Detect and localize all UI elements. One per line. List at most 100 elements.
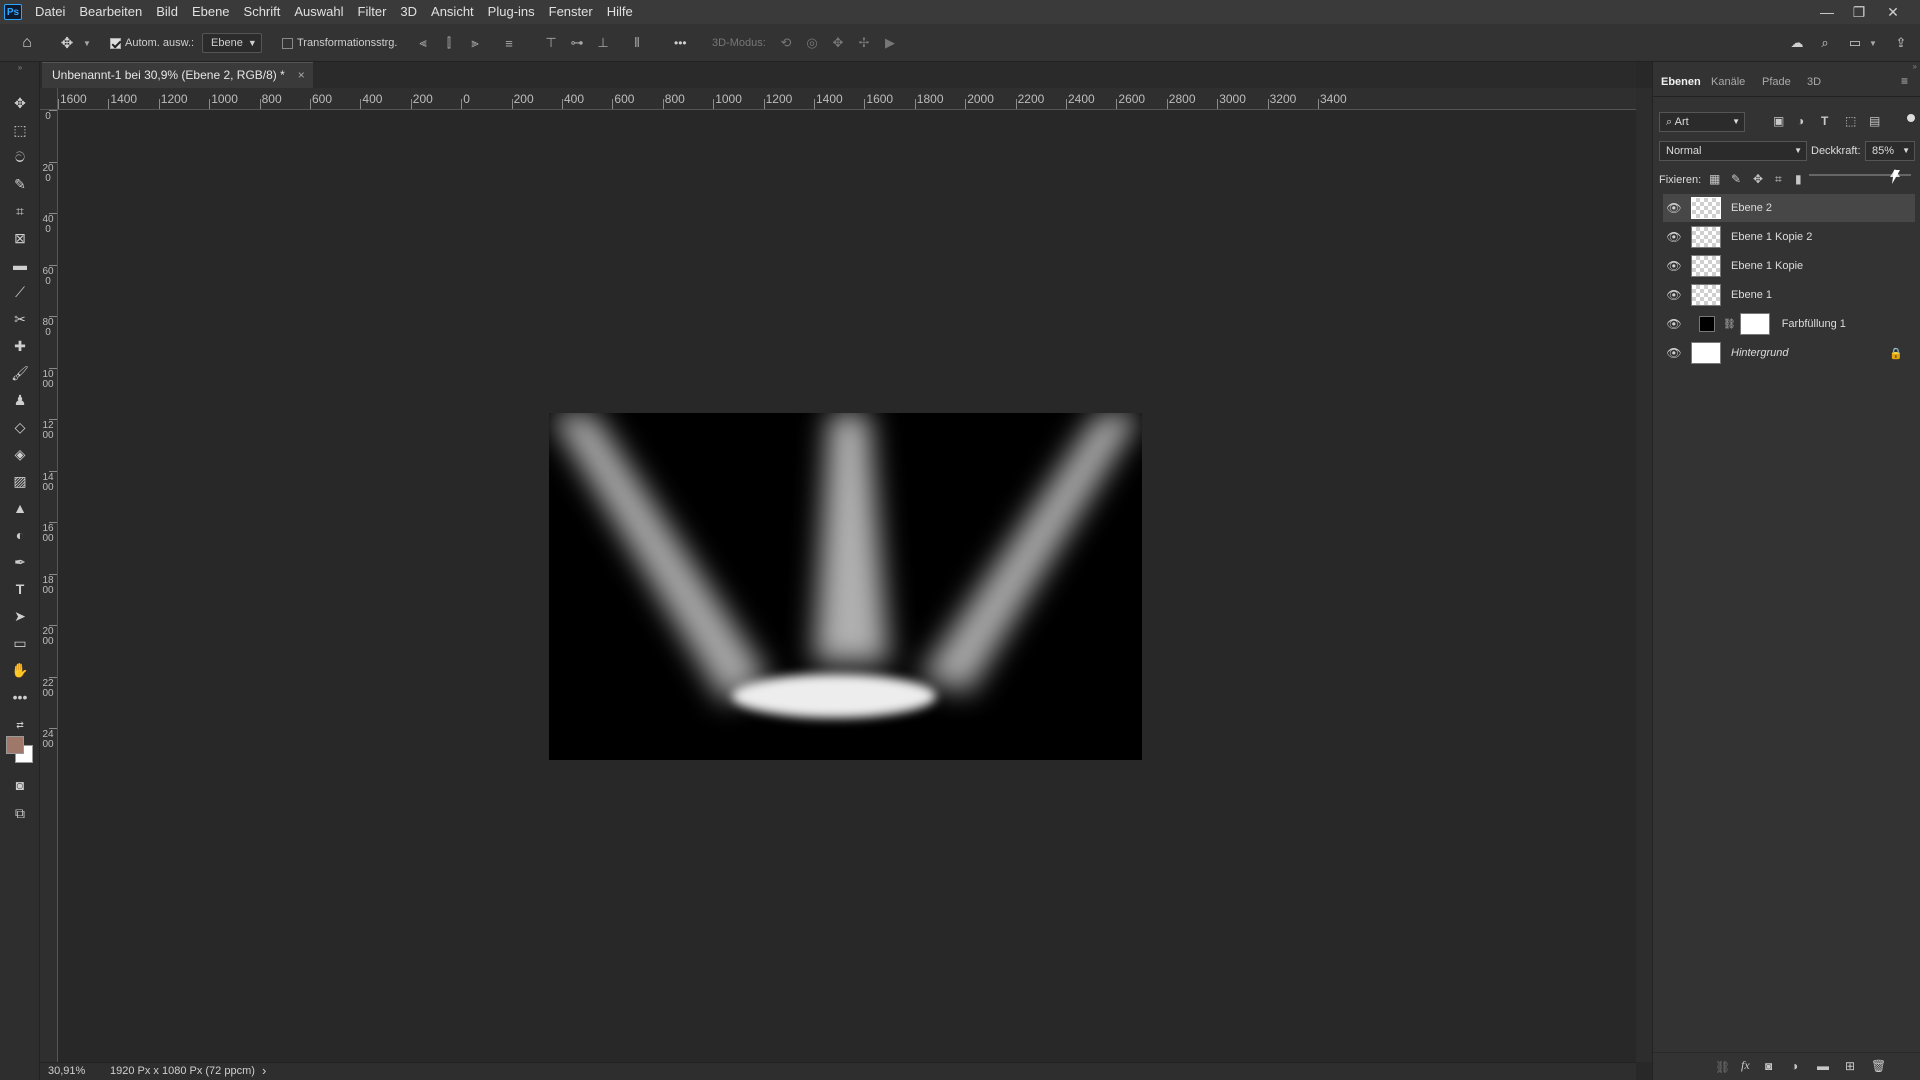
align-top-icon[interactable]: ⊤ (542, 34, 560, 52)
workspace-icon[interactable]: ▭ (1846, 34, 1864, 52)
tab-ebenen[interactable]: Ebenen (1661, 76, 1701, 88)
collapse-icon[interactable]: » (8, 62, 32, 72)
menu-filter[interactable]: Filter (351, 0, 394, 24)
opacity-slider-popup[interactable] (1803, 166, 1917, 184)
marquee-tool-icon[interactable]: ⬚ (8, 119, 32, 141)
canvas-scrollbar[interactable] (1636, 88, 1652, 1062)
dodge-tool-icon[interactable]: ◐ (8, 524, 32, 546)
lasso-tool-icon[interactable]: ට (8, 146, 32, 168)
auto-select-target-dropdown[interactable]: Ebene ▼ (202, 33, 262, 53)
panel-collapse-icon[interactable]: » (1653, 62, 1920, 72)
menu-hilfe[interactable]: Hilfe (600, 0, 640, 24)
path-select-tool-icon[interactable]: ➤ (8, 605, 32, 627)
layer-filter-dropdown[interactable]: ⌕ Art ▼ (1659, 112, 1745, 132)
lock-position-icon[interactable]: ✥ (1753, 172, 1763, 186)
brush-tool-icon[interactable]: 🖌 (8, 362, 32, 384)
visibility-eye-icon[interactable]: 👁 (1663, 317, 1685, 331)
menu-plugins[interactable]: Plug-ins (481, 0, 542, 24)
add-mask-icon[interactable]: ◙ (1765, 1059, 1772, 1073)
layer-row-ebene-2[interactable]: 👁 Ebene 2 (1663, 194, 1915, 222)
filter-toggle-icon[interactable] (1907, 114, 1915, 122)
lock-pixels-icon[interactable]: ✎ (1731, 172, 1741, 186)
filter-pixel-icon[interactable]: ▣ (1773, 114, 1784, 128)
home-icon[interactable]: ⌂ (18, 34, 36, 52)
visibility-eye-icon[interactable]: 👁 (1663, 259, 1685, 273)
blend-mode-dropdown[interactable]: Normal ▼ (1659, 141, 1807, 161)
opacity-input[interactable]: 85% ▼ (1865, 141, 1915, 161)
healing-brush-icon[interactable]: ✚ (8, 335, 32, 357)
filter-adjustment-icon[interactable]: ◑ (1797, 114, 1804, 128)
vertical-ruler[interactable]: 0 200 400 600 800 1000 1200 1400 1600 1800 2000 220… (40, 110, 58, 1062)
more-options-button[interactable]: ••• (674, 33, 687, 53)
camera-3d-icon[interactable]: ▶ (881, 34, 899, 52)
paint-bucket-icon[interactable]: ◈ (8, 443, 32, 465)
align-bottom-icon[interactable]: ⊥ (594, 34, 612, 52)
link-layers-icon[interactable]: ⛓ (1715, 1060, 1730, 1074)
layer-name[interactable]: Ebene 1 Kopie 2 (1731, 231, 1812, 243)
new-layer-icon[interactable]: ⊞ (1845, 1059, 1855, 1073)
tab-kanaele[interactable]: Kanäle (1711, 76, 1745, 88)
visibility-eye-icon[interactable]: 👁 (1663, 346, 1685, 360)
align-center-h-icon[interactable]: ⫿ (440, 34, 458, 52)
orbit-3d-icon[interactable]: ⟲ (777, 34, 795, 52)
chevron-down-icon[interactable]: ▼ (82, 34, 92, 52)
align-right-icon[interactable]: ⫸ (466, 34, 484, 52)
menu-3d[interactable]: 3D (393, 0, 424, 24)
menu-ansicht[interactable]: Ansicht (424, 0, 481, 24)
swap-colors-icon[interactable]: ⇄ (8, 714, 32, 736)
eyedropper-tool-icon[interactable]: ⟋ (8, 281, 32, 303)
visibility-eye-icon[interactable]: 👁 (1663, 201, 1685, 215)
layer-row-ebene-1-kopie-2[interactable]: 👁 Ebene 1 Kopie 2 (1663, 223, 1915, 251)
layer-name[interactable]: Hintergrund (1731, 347, 1788, 359)
fill-color-thumbnail[interactable] (1699, 316, 1715, 332)
horizontal-ruler[interactable]: 1600 1400 1200 1000 800 600 400 200 0 200 400 600 80… (58, 88, 1636, 110)
frame-tool-icon[interactable]: ⊠ (8, 227, 32, 249)
filter-smartobject-icon[interactable]: ▤ (1869, 114, 1880, 128)
status-menu-arrow-icon[interactable]: › (262, 1063, 266, 1078)
document-tab[interactable]: Unbenannt-1 bei 30,9% (Ebene 2, RGB/8) *… (42, 62, 313, 88)
layer-name[interactable]: Farbfüllung 1 (1782, 318, 1846, 330)
ruler-tool-icon[interactable]: ▬ (8, 254, 32, 276)
crop-tool-icon[interactable]: ⌗ (8, 200, 32, 222)
slide-3d-icon[interactable]: ✢ (855, 34, 873, 52)
move-tool-icon[interactable]: ✥ (8, 92, 32, 114)
visibility-eye-icon[interactable]: 👁 (1663, 230, 1685, 244)
lock-artboard-icon[interactable]: ⌗ (1775, 172, 1782, 187)
content-aware-move-icon[interactable]: ✂ (8, 308, 32, 330)
menu-auswahl[interactable]: Auswahl (287, 0, 350, 24)
eraser-tool-icon[interactable]: ◇ (8, 416, 32, 438)
layer-name[interactable]: Ebene 2 (1731, 202, 1772, 214)
pan-3d-icon[interactable]: ✥ (829, 34, 847, 52)
menu-ebene[interactable]: Ebene (185, 0, 237, 24)
filter-type-icon[interactable]: T (1821, 114, 1828, 128)
tab-pfade[interactable]: Pfade (1762, 76, 1791, 88)
move-tool-preset-icon[interactable]: ✥ (58, 34, 76, 52)
roll-3d-icon[interactable]: ◎ (803, 34, 821, 52)
rectangle-tool-icon[interactable]: ▭ (8, 632, 32, 654)
close-tab-icon[interactable]: × (298, 63, 305, 88)
align-middle-v-icon[interactable]: ⊶ (568, 34, 586, 52)
zoom-level[interactable]: 30,91% (48, 1065, 85, 1077)
pen-tool-icon[interactable]: ✒ (8, 551, 32, 573)
distribute-vertical-icon[interactable]: ⦀ (628, 34, 646, 52)
layer-row-ebene-1-kopie[interactable]: 👁 Ebene 1 Kopie (1663, 252, 1915, 280)
more-tools-icon[interactable]: ••• (8, 686, 32, 708)
checkbox-checked-icon[interactable] (110, 37, 121, 49)
transform-controls-checkbox[interactable]: Transformationsstrg. (282, 33, 397, 53)
blur-tool-icon[interactable]: ▲ (8, 497, 32, 519)
fx-icon[interactable]: fx (1741, 1058, 1750, 1073)
search-icon[interactable]: ⌕ (1816, 34, 1834, 52)
quick-select-tool-icon[interactable]: ✎ (8, 173, 32, 195)
chevron-down-icon[interactable]: ▼ (1868, 34, 1878, 52)
delete-layer-icon[interactable]: 🗑 (1871, 1059, 1886, 1073)
layer-row-farbfuellung-1[interactable]: 👁 ⛓ Farbfüllung 1 (1663, 310, 1915, 338)
hand-tool-icon[interactable]: ✋ (8, 659, 32, 681)
layer-name[interactable]: Ebene 1 (1731, 289, 1772, 301)
layer-name[interactable]: Ebene 1 Kopie (1731, 260, 1803, 272)
new-group-icon[interactable]: ▬ (1817, 1059, 1829, 1073)
link-chain-icon[interactable]: ⛓ (1723, 319, 1736, 330)
type-tool-icon[interactable]: T (8, 578, 32, 600)
menu-bild[interactable]: Bild (149, 0, 185, 24)
gradient-tool-icon[interactable]: ▨ (8, 470, 32, 492)
share-icon[interactable]: ⇪ (1892, 34, 1910, 52)
